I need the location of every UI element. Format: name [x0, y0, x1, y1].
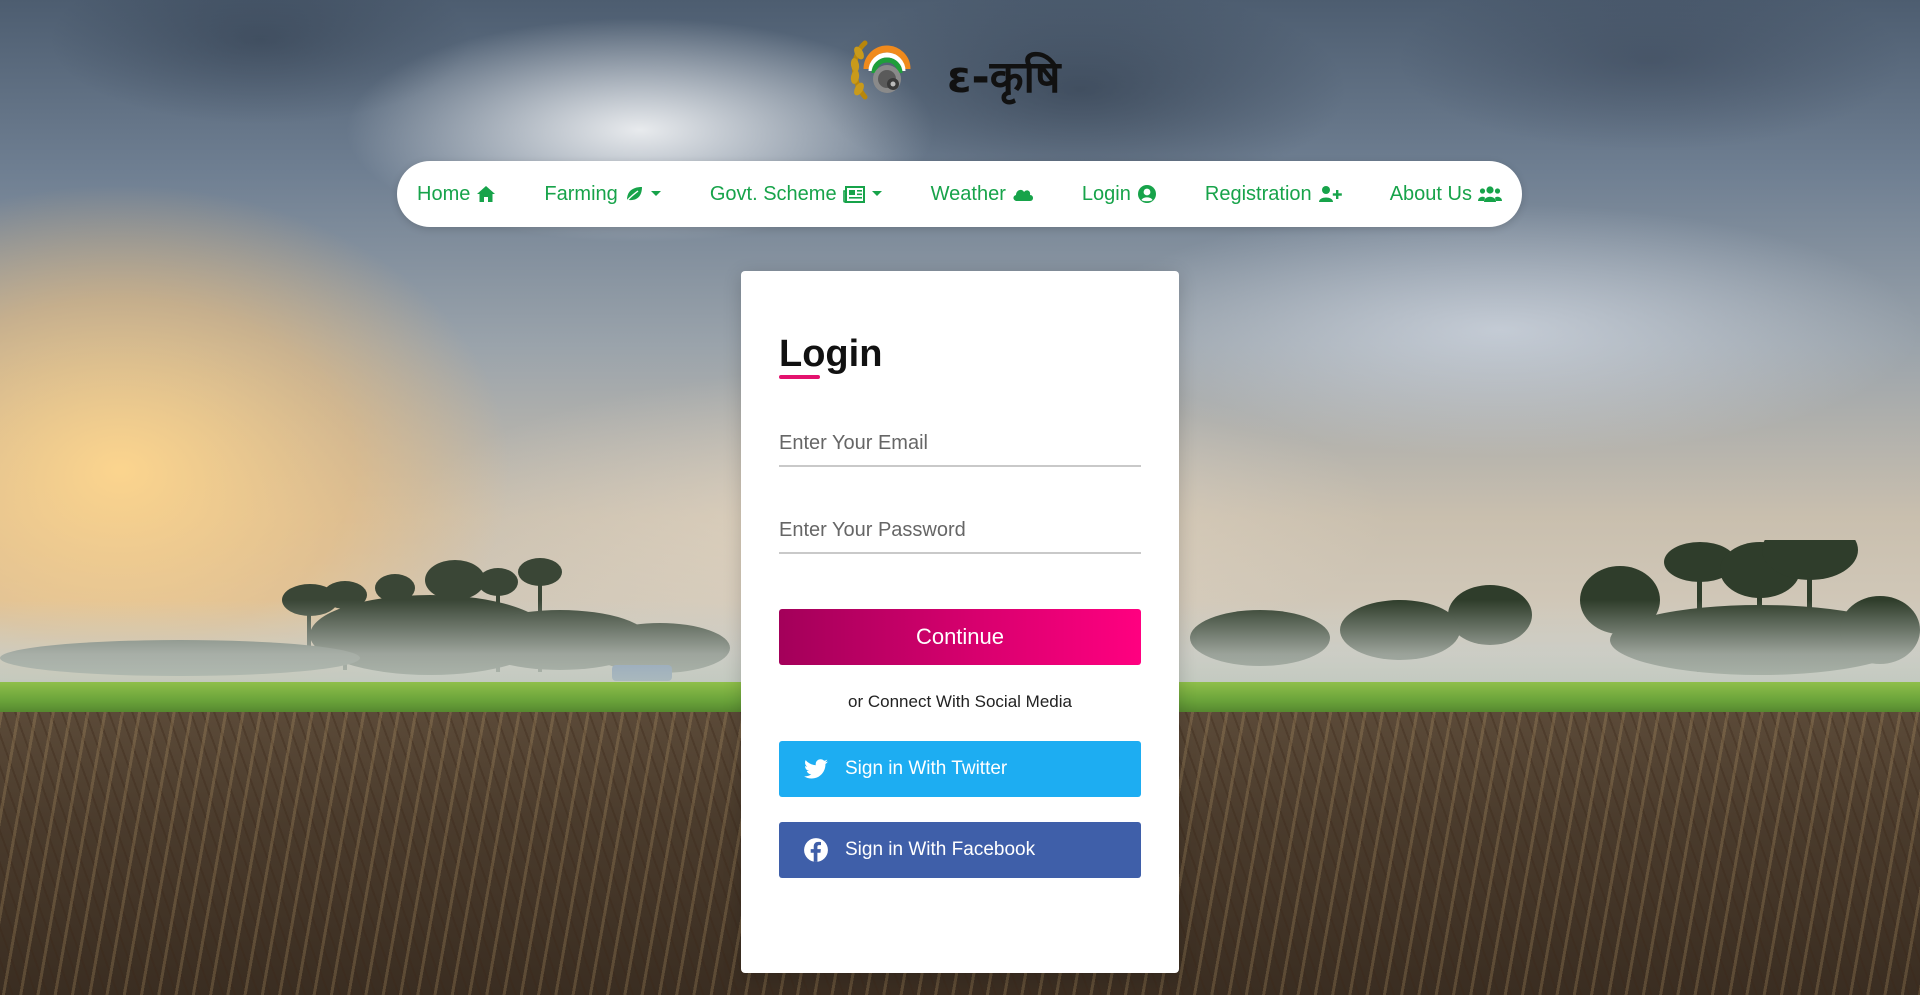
nav-home[interactable]: Home	[417, 183, 496, 206]
brand-name[interactable]: ε-कृषि	[947, 45, 1060, 105]
users-icon	[1477, 186, 1502, 202]
nav-govt-scheme[interactable]: Govt. Scheme	[710, 183, 883, 206]
facebook-signin-button[interactable]: Sign in With Facebook	[779, 822, 1141, 878]
nav-login-label: Login	[1081, 182, 1131, 205]
email-field[interactable]	[779, 421, 1141, 467]
nav-login[interactable]: Login	[1082, 183, 1157, 206]
facebook-icon	[804, 838, 828, 862]
nav-govt-scheme-label: Govt. Scheme	[709, 182, 837, 205]
nav-registration[interactable]: Registration	[1205, 183, 1342, 206]
wheat-wreath-gear-emblem-icon[interactable]	[845, 31, 921, 107]
twitter-icon	[804, 759, 828, 779]
continue-button-label: Continue	[915, 624, 1005, 649]
nav-about-us-label: About Us	[1389, 182, 1472, 205]
login-card: Login Continue or Connect With Social Me…	[741, 271, 1179, 973]
user-circle-icon	[1137, 185, 1156, 203]
continue-button[interactable]: Continue	[779, 609, 1141, 665]
twitter-signin-button[interactable]: Sign in With Twitter	[779, 741, 1141, 797]
password-field[interactable]	[779, 508, 1141, 554]
nav-weather-label: Weather	[930, 182, 1006, 205]
facebook-button-label: Sign in With Facebook	[845, 839, 1036, 860]
home-icon	[477, 186, 496, 202]
user-plus-icon	[1318, 186, 1342, 202]
cloud-icon	[1013, 189, 1033, 201]
twitter-button-label: Sign in With Twitter	[845, 758, 1008, 779]
newspaper-icon	[842, 185, 865, 203]
nav-about-us[interactable]: About Us	[1390, 183, 1502, 206]
social-caption: or Connect With Social Media	[848, 692, 1072, 711]
brand-header: ε-कृषि	[845, 24, 1060, 114]
nav-farming-label: Farming	[544, 182, 618, 205]
chevron-down-icon	[650, 191, 661, 196]
nav-home-label: Home	[417, 182, 471, 205]
nav-farming[interactable]: Farming	[544, 183, 661, 206]
leaf-icon	[625, 187, 642, 203]
chevron-down-icon	[871, 191, 882, 196]
main-nav: Home Farming Govt. Scheme Weather Login …	[397, 161, 1522, 227]
login-title: Login	[779, 333, 883, 375]
nav-registration-label: Registration	[1204, 182, 1312, 205]
title-underline	[779, 375, 820, 379]
nav-weather[interactable]: Weather	[931, 183, 1034, 206]
